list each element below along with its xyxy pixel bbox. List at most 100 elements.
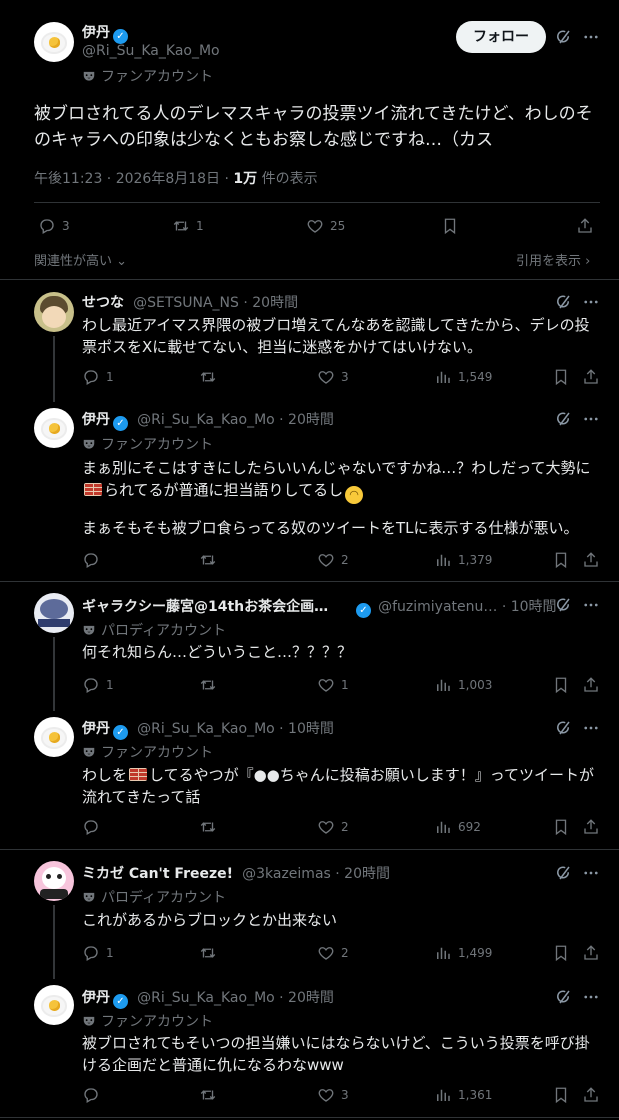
author-handle[interactable]: @SETSUNA_NS · 20時間	[133, 295, 298, 311]
reply-button[interactable]	[82, 818, 100, 836]
retweet-icon	[199, 1086, 217, 1104]
bookmark-icon[interactable]	[552, 551, 570, 569]
avatar[interactable]	[34, 861, 74, 901]
view-quotes-link[interactable]: 引用を表示 ›	[516, 250, 590, 269]
like-icon	[317, 676, 335, 694]
retweet-button[interactable]	[199, 1086, 217, 1104]
reply-button[interactable]: 1	[82, 368, 114, 386]
like-button[interactable]: 2	[317, 818, 349, 836]
reply-button[interactable]: 1	[82, 676, 114, 694]
share-icon[interactable]	[582, 944, 600, 962]
like-button[interactable]: 3	[317, 368, 349, 386]
chevron-down-icon: ⌄	[112, 254, 128, 269]
sort-replies-dropdown[interactable]: 関連性が高い ⌄	[34, 250, 127, 269]
author-name[interactable]: ギャラクシー藤宮@14thお茶会企画…	[82, 599, 328, 615]
like-button[interactable]: 2	[317, 551, 349, 569]
avatar[interactable]	[34, 593, 74, 633]
tweet-timestamp[interactable]: 午後11:23 · 2026年8月18日 ·	[34, 171, 233, 187]
tweet-meta: 午後11:23 · 2026年8月18日 · 1万 件の表示	[34, 168, 318, 188]
account-type-label: ファンアカウント	[82, 66, 213, 86]
thread-line	[53, 905, 55, 979]
share-icon[interactable]	[582, 1086, 600, 1104]
brick-emoji-icon	[129, 768, 148, 781]
grok-icon[interactable]	[554, 410, 572, 428]
bookmark-icon[interactable]	[552, 368, 570, 386]
share-icon[interactable]	[576, 217, 594, 235]
account-type-label: ファンアカウント	[82, 434, 213, 454]
author-name[interactable]: ミカゼ Can't Freeze!	[82, 866, 233, 882]
tweet-text: 被ブロされてもそいつの担当嫌いにはならないけど、こういう投票を呼び掛ける企画だと…	[82, 1034, 590, 1074]
tweet-text: これがあるからブロックとか出来ない	[82, 911, 338, 929]
grok-icon[interactable]	[554, 293, 572, 311]
reply-button[interactable]	[82, 551, 100, 569]
grok-icon[interactable]	[554, 719, 572, 737]
retweet-button[interactable]	[199, 551, 217, 569]
more-options-icon[interactable]	[582, 410, 600, 428]
more-options-icon[interactable]	[582, 988, 600, 1006]
grok-icon[interactable]	[554, 28, 572, 46]
share-icon[interactable]	[582, 676, 600, 694]
author-name[interactable]: 伊丹	[82, 25, 110, 41]
author-name[interactable]: 伊丹	[82, 412, 110, 428]
author-handle[interactable]: @Ri_Su_Ka_Kao_Mo	[82, 43, 220, 59]
bookmark-icon[interactable]	[552, 944, 570, 962]
views-button[interactable]: 1,549	[434, 368, 492, 386]
share-icon[interactable]	[582, 818, 600, 836]
views-button[interactable]: 692	[434, 818, 481, 836]
author-handle[interactable]: @Ri_Su_Ka_Kao_Mo · 20時間	[137, 412, 334, 428]
retweet-button[interactable]	[199, 368, 217, 386]
bookmark-icon[interactable]	[552, 676, 570, 694]
like-icon	[317, 368, 335, 386]
avatar[interactable]	[34, 985, 74, 1025]
retweet-button[interactable]	[199, 944, 217, 962]
like-button[interactable]: 25	[306, 217, 345, 235]
author-handle[interactable]: @Ri_Su_Ka_Kao_Mo · 10時間	[137, 721, 334, 737]
views-button[interactable]: 1,361	[434, 1086, 492, 1104]
author-name[interactable]: 伊丹	[82, 721, 110, 737]
views-label: 件の表示	[257, 171, 318, 187]
like-button[interactable]: 1	[317, 676, 349, 694]
views-button[interactable]: 1,003	[434, 676, 492, 694]
reply-button[interactable]	[82, 1086, 100, 1104]
retweet-button[interactable]	[199, 676, 217, 694]
reply-button[interactable]: 3	[38, 217, 70, 235]
like-button[interactable]: 2	[317, 944, 349, 962]
share-icon[interactable]	[582, 551, 600, 569]
avatar[interactable]	[34, 717, 74, 757]
more-options-icon[interactable]	[582, 293, 600, 311]
avatar[interactable]	[34, 22, 74, 62]
reply-icon	[82, 944, 100, 962]
more-options-icon[interactable]	[582, 719, 600, 737]
verified-icon: ✓	[356, 603, 371, 618]
author-name[interactable]: せつな	[82, 295, 124, 311]
retweet-button[interactable]: 1	[172, 217, 204, 235]
bookmark-icon[interactable]	[441, 217, 459, 235]
reply-icon	[82, 368, 100, 386]
reply-button[interactable]: 1	[82, 944, 114, 962]
like-icon	[306, 217, 324, 235]
tweet-text: まぁ別にそこはすきにしたらいいんじゃないですかね…？わしだって大勢にられてるが普…	[82, 457, 602, 504]
more-options-icon[interactable]	[582, 864, 600, 882]
more-options-icon[interactable]	[582, 596, 600, 614]
avatar[interactable]	[34, 292, 74, 332]
author-handle[interactable]: @Ri_Su_Ka_Kao_Mo · 20時間	[137, 990, 334, 1006]
bookmark-icon[interactable]	[552, 1086, 570, 1104]
avatar[interactable]	[34, 408, 74, 448]
follow-button[interactable]: フォロー	[456, 21, 546, 53]
like-button[interactable]: 3	[317, 1086, 349, 1104]
bookmark-icon[interactable]	[552, 818, 570, 836]
views-button[interactable]: 1,499	[434, 944, 492, 962]
author-handle[interactable]: @fuzimiyatenu… · 10時間	[378, 599, 556, 615]
grok-icon[interactable]	[554, 596, 572, 614]
grok-icon[interactable]	[554, 864, 572, 882]
grok-icon[interactable]	[554, 988, 572, 1006]
like-icon	[317, 551, 335, 569]
retweet-icon	[172, 217, 190, 235]
more-options-icon[interactable]	[582, 28, 600, 46]
retweet-button[interactable]	[199, 818, 217, 836]
author-handle[interactable]: @3kazeimas · 20時間	[242, 866, 390, 882]
views-icon	[434, 368, 452, 386]
views-button[interactable]: 1,379	[434, 551, 492, 569]
share-icon[interactable]	[582, 368, 600, 386]
author-name[interactable]: 伊丹	[82, 990, 110, 1006]
